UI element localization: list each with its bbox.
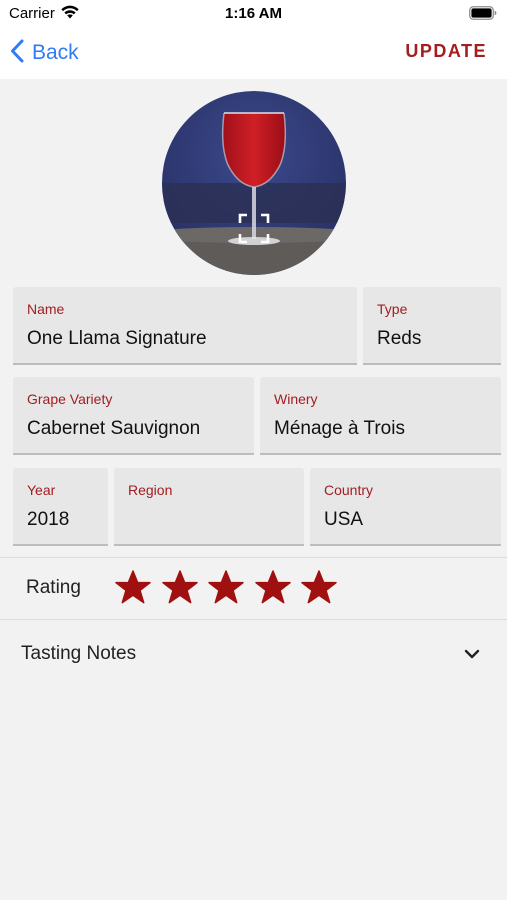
country-field[interactable]: Country USA — [310, 468, 501, 546]
back-label: Back — [32, 41, 79, 64]
country-value: USA — [324, 509, 364, 530]
country-label: Country — [324, 482, 374, 498]
grape-variety-field[interactable]: Grape Variety Cabernet Sauvignon — [13, 377, 254, 455]
star-icon[interactable] — [254, 569, 292, 607]
winery-label: Winery — [274, 391, 318, 407]
grape-variety-value: Cabernet Sauvignon — [27, 418, 201, 439]
type-field[interactable]: Type Reds — [363, 287, 501, 365]
name-label: Name — [27, 301, 65, 317]
status-time: 1:16 AM — [225, 5, 282, 22]
name-field[interactable]: Name One Llama Signature — [13, 287, 357, 365]
region-field[interactable]: Region — [114, 468, 304, 546]
year-value: 2018 — [27, 509, 70, 530]
chevron-down-icon[interactable] — [463, 647, 481, 665]
rating-stars[interactable] — [114, 569, 347, 607]
divider — [0, 557, 507, 558]
divider — [0, 619, 507, 620]
rating-label: Rating — [26, 577, 81, 598]
year-label: Year — [27, 482, 56, 498]
year-field[interactable]: Year 2018 — [13, 468, 108, 546]
back-button[interactable]: Back — [10, 38, 79, 68]
star-icon[interactable] — [114, 569, 152, 607]
grape-variety-label: Grape Variety — [27, 391, 113, 407]
winery-field[interactable]: Winery Ménage à Trois — [260, 377, 501, 455]
name-value: One Llama Signature — [27, 328, 207, 349]
region-label: Region — [128, 482, 173, 498]
star-icon[interactable] — [207, 569, 245, 607]
update-button[interactable]: UPDATE — [405, 41, 487, 62]
star-icon[interactable] — [161, 569, 199, 607]
status-bar: Carrier 1:16 AM — [0, 0, 507, 28]
navigation-bar: Back UPDATE — [0, 28, 507, 79]
tasting-notes-label: Tasting Notes — [21, 643, 137, 664]
type-label: Type — [377, 301, 408, 317]
battery-icon — [469, 6, 497, 25]
winery-value: Ménage à Trois — [274, 418, 405, 439]
wine-photo[interactable] — [162, 91, 346, 275]
tasting-notes-row[interactable]: Tasting Notes — [0, 632, 507, 678]
chevron-left-icon — [10, 39, 24, 68]
star-icon[interactable] — [300, 569, 338, 607]
type-value: Reds — [377, 328, 422, 349]
